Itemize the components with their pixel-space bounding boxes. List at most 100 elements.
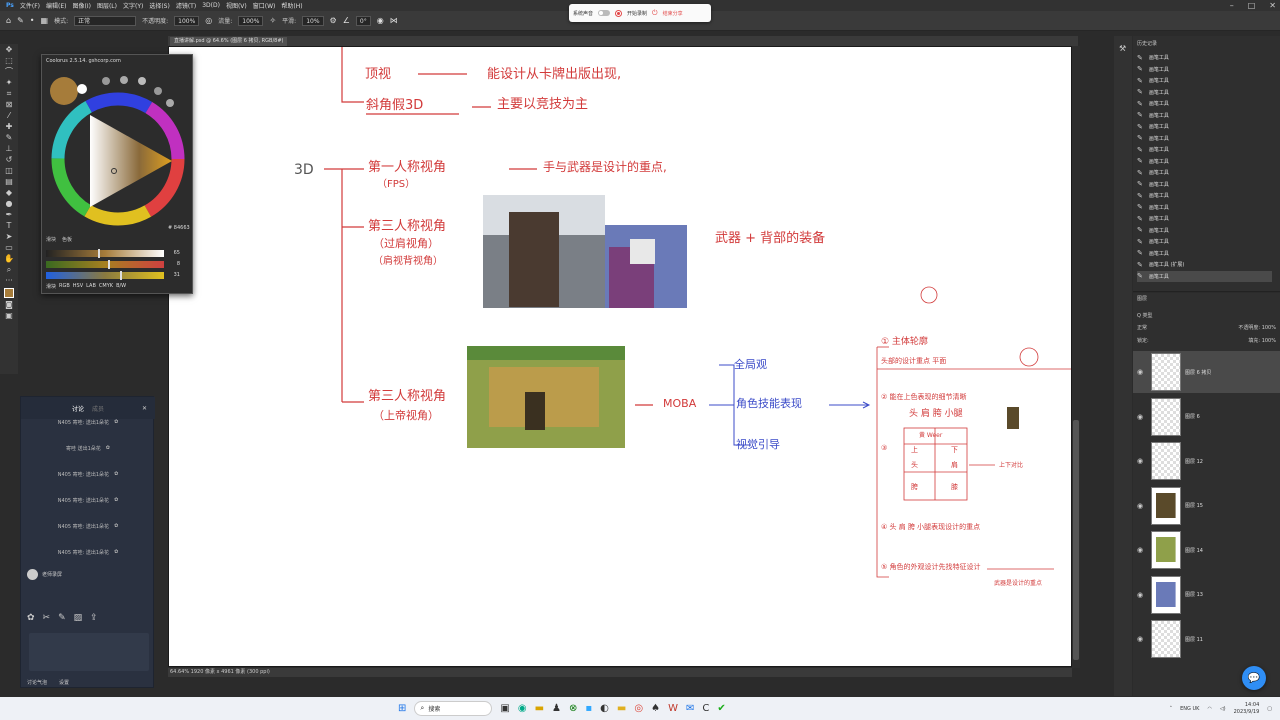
- blend-mode-select[interactable]: 正常: [1137, 324, 1147, 333]
- menu-image[interactable]: 图像(I): [73, 1, 91, 10]
- menu-type[interactable]: 文字(Y): [123, 1, 143, 10]
- layers-title[interactable]: 图层: [1137, 295, 1147, 302]
- history-item[interactable]: ✎ 画笔工具: [1137, 156, 1272, 167]
- bubble-button[interactable]: 讨论气泡: [27, 679, 47, 686]
- slider-2-value[interactable]: 8: [166, 261, 180, 267]
- gradient-icon[interactable]: ▤: [5, 178, 13, 186]
- pressure-opacity-icon[interactable]: ◎: [205, 16, 212, 25]
- type-tool-icon[interactable]: T: [7, 222, 12, 230]
- end-share-icon[interactable]: ⏻: [652, 9, 658, 18]
- history-item[interactable]: ✎ 画笔工具: [1137, 121, 1272, 132]
- mode-select[interactable]: 正常: [74, 15, 137, 26]
- minimize-icon[interactable]: –: [1230, 0, 1234, 11]
- wps-icon[interactable]: W: [668, 703, 678, 714]
- gift-icon[interactable]: ✿: [27, 613, 35, 623]
- layer-name[interactable]: 图层 6: [1185, 413, 1200, 420]
- history-item[interactable]: ✎ 画笔工具: [1137, 144, 1272, 155]
- app3-icon[interactable]: C: [702, 703, 709, 714]
- more-tools-icon[interactable]: ···: [5, 277, 13, 285]
- history-item[interactable]: ✎ 画笔工具: [1137, 236, 1272, 247]
- layer-name[interactable]: 图层 15: [1185, 502, 1203, 509]
- settings-button[interactable]: 设置: [59, 679, 69, 686]
- history-title[interactable]: 历史记录: [1137, 40, 1157, 47]
- menu-filter[interactable]: 滤镜(T): [176, 1, 196, 10]
- history-item[interactable]: ✎ 画笔工具: [1137, 87, 1272, 98]
- pen-tool-icon[interactable]: ✒: [6, 211, 13, 219]
- menu-3d[interactable]: 3D(D): [202, 2, 220, 9]
- share-icon[interactable]: ⇪: [90, 613, 98, 623]
- history-item[interactable]: ✎ 画笔工具 (扩展): [1137, 259, 1272, 270]
- history-item[interactable]: ✎ 画笔工具: [1137, 75, 1272, 86]
- chat-bubble-icon[interactable]: 💬: [1242, 666, 1266, 690]
- language-indicator[interactable]: ENG UK: [1180, 706, 1199, 712]
- brush-panel-icon[interactable]: ▦: [41, 16, 49, 25]
- history-item[interactable]: ✎ 画笔工具: [1137, 248, 1272, 259]
- tray-chevron-icon[interactable]: ˄: [1170, 706, 1173, 712]
- start-record-button[interactable]: 开始录制: [627, 10, 647, 17]
- ps-logo[interactable]: Ps: [6, 2, 14, 9]
- photoshop-icon[interactable]: ▪: [585, 703, 592, 714]
- history-item[interactable]: ✎ 画笔工具: [1137, 270, 1272, 282]
- pressure-size-icon[interactable]: ◉: [377, 16, 384, 25]
- slider-3[interactable]: [46, 270, 164, 280]
- start-icon[interactable]: ⊞: [398, 703, 406, 714]
- mode-lab[interactable]: LAB: [86, 283, 96, 290]
- eyedropper-icon[interactable]: ⁄: [8, 112, 9, 120]
- marquee-tool-icon[interactable]: ⬚: [5, 57, 13, 65]
- layer-row[interactable]: ◉ 图层 14: [1133, 529, 1280, 571]
- hand-tool-icon[interactable]: ✋: [4, 255, 14, 263]
- visibility-eye-icon[interactable]: ◉: [1137, 591, 1147, 599]
- brush-icon[interactable]: ✎: [6, 134, 13, 142]
- layer-row[interactable]: ◉ 图层 6 拷贝: [1133, 351, 1280, 393]
- wifi-icon[interactable]: ◠: [1207, 706, 1211, 712]
- quick-mask-icon[interactable]: ◙: [5, 301, 13, 309]
- mode-bw[interactable]: B/W: [116, 283, 126, 290]
- mode-sliders[interactable]: 滑块: [46, 283, 56, 290]
- layer-row[interactable]: ◉ 图层 12: [1133, 440, 1280, 482]
- menu-view[interactable]: 视图(V): [226, 1, 247, 10]
- scissors-icon[interactable]: ✂: [43, 613, 51, 623]
- layer-row[interactable]: ◉ 图层 13: [1133, 574, 1280, 616]
- history-brush-icon[interactable]: ↺: [6, 156, 13, 164]
- shape-tool-icon[interactable]: ▭: [5, 244, 13, 252]
- history-item[interactable]: ✎ 画笔工具: [1137, 190, 1272, 201]
- menu-window[interactable]: 窗口(W): [253, 1, 276, 10]
- canvas[interactable]: 顶视 能设计从卡牌出版出现, 斜角假3D 主要以竞技为主 第一人称视角 （FPS…: [168, 46, 1072, 667]
- mail-icon[interactable]: ✉: [686, 703, 694, 714]
- maximize-icon[interactable]: □: [1248, 0, 1256, 11]
- chat-close-icon[interactable]: ✕: [142, 405, 147, 412]
- gear-icon[interactable]: ⚙: [330, 16, 337, 25]
- layer-row[interactable]: ◉ 图层 6: [1133, 396, 1280, 438]
- hex-value[interactable]: # 84663: [168, 225, 190, 231]
- layer-name[interactable]: 图层 13: [1185, 591, 1203, 598]
- stamp-tool-icon[interactable]: ⊥: [6, 145, 13, 153]
- visibility-eye-icon[interactable]: ◉: [1137, 368, 1147, 376]
- browser-icon[interactable]: ◉: [518, 703, 527, 714]
- close-icon[interactable]: ✕: [1269, 0, 1276, 11]
- xbox-icon[interactable]: ⊗: [569, 703, 577, 714]
- mode-cmyk[interactable]: CMYK: [99, 283, 113, 290]
- crop-tool-icon[interactable]: ⌗: [7, 90, 12, 98]
- clock[interactable]: 14:04 2023/9/19: [1234, 702, 1260, 716]
- current-color-swatch[interactable]: [50, 77, 78, 105]
- visibility-eye-icon[interactable]: ◉: [1137, 502, 1147, 510]
- visibility-eye-icon[interactable]: ◉: [1137, 413, 1147, 421]
- history-item[interactable]: ✎ 画笔工具: [1137, 179, 1272, 190]
- screen-mode-icon[interactable]: ▣: [5, 312, 13, 320]
- move-tool-icon[interactable]: ✥: [6, 46, 13, 54]
- history-item[interactable]: ✎ 画笔工具: [1137, 52, 1272, 63]
- layer-row[interactable]: ◉ 图层 11: [1133, 618, 1280, 660]
- dodge-tool-icon[interactable]: ●: [6, 200, 13, 208]
- layer-filter-select[interactable]: Q 类型: [1137, 312, 1153, 319]
- slider-3-value[interactable]: 31: [166, 272, 180, 278]
- airbrush-icon[interactable]: ✧: [269, 16, 276, 25]
- taskbar-search[interactable]: ⌕ 搜索: [414, 701, 493, 716]
- layer-name[interactable]: 图层 14: [1185, 547, 1203, 554]
- visibility-eye-icon[interactable]: ◉: [1137, 546, 1147, 554]
- angle-field[interactable]: 0°: [355, 15, 371, 26]
- tab-members[interactable]: 成员: [92, 404, 104, 413]
- brush-size-icon[interactable]: •: [30, 16, 35, 25]
- edit-icon[interactable]: ✎: [58, 613, 66, 623]
- wechat-icon[interactable]: ✔: [717, 703, 725, 714]
- history-item[interactable]: ✎ 画笔工具: [1137, 202, 1272, 213]
